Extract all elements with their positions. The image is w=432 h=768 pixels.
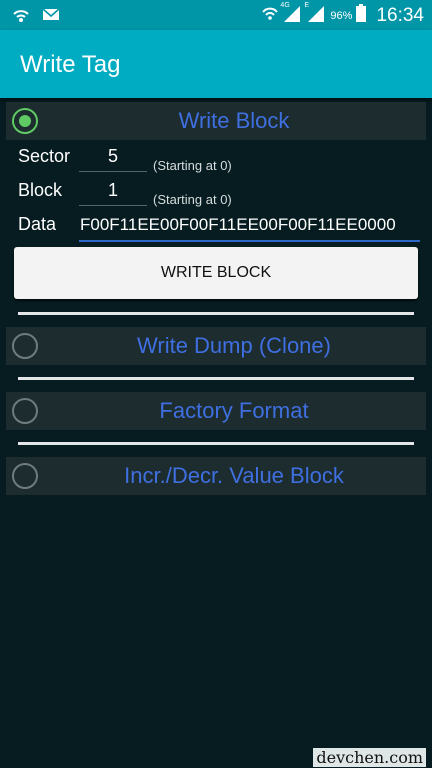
battery-percent: 96% [330, 9, 353, 22]
data-label: Data [18, 214, 57, 234]
radio-factory-format[interactable] [12, 398, 38, 424]
wifi-icon [12, 7, 30, 28]
divider [18, 312, 414, 315]
divider [18, 377, 414, 380]
data-input[interactable] [79, 210, 420, 242]
status-bar: 4G E 96% 16:34 [0, 0, 432, 30]
section-value-block[interactable]: Incr./Decr. Value Block [6, 457, 426, 495]
block-hint: (Starting at 0) [153, 192, 232, 207]
section-write-block[interactable]: Write Block [6, 102, 426, 140]
notification-icons [12, 7, 60, 28]
section-title-value-block: Incr./Decr. Value Block [124, 463, 344, 488]
network-type-label: E [304, 2, 310, 9]
section-title-factory-format: Factory Format [159, 398, 309, 423]
app-toolbar: Write Tag [0, 30, 432, 98]
radio-write-dump[interactable] [12, 333, 38, 359]
mail-icon [42, 7, 60, 28]
divider [18, 442, 414, 445]
page-title: Write Tag [20, 51, 121, 78]
radio-value-block[interactable] [12, 463, 38, 489]
watermark: devchen.com [313, 748, 426, 767]
section-factory-format[interactable]: Factory Format [6, 392, 426, 430]
battery-icon [356, 4, 367, 27]
wifi-icon [262, 6, 279, 25]
clock: 16:34 [376, 4, 424, 26]
signal-icon: 4G [280, 2, 302, 27]
network-type-label: 4G [280, 2, 290, 9]
sector-input[interactable] [79, 142, 147, 172]
write-block-button[interactable]: WRITE BLOCK [14, 247, 418, 299]
block-label: Block [18, 180, 63, 200]
sector-label: Sector [18, 146, 71, 166]
block-input[interactable] [79, 176, 147, 206]
section-title-write-dump: Write Dump (Clone) [137, 333, 331, 358]
sector-hint: (Starting at 0) [153, 158, 232, 173]
section-write-dump[interactable]: Write Dump (Clone) [6, 327, 426, 365]
section-title-write-block: Write Block [178, 108, 290, 133]
radio-write-block[interactable] [12, 108, 38, 134]
status-icons: 4G E 96% 16:34 [262, 2, 424, 27]
signal-icon: E [304, 2, 326, 27]
